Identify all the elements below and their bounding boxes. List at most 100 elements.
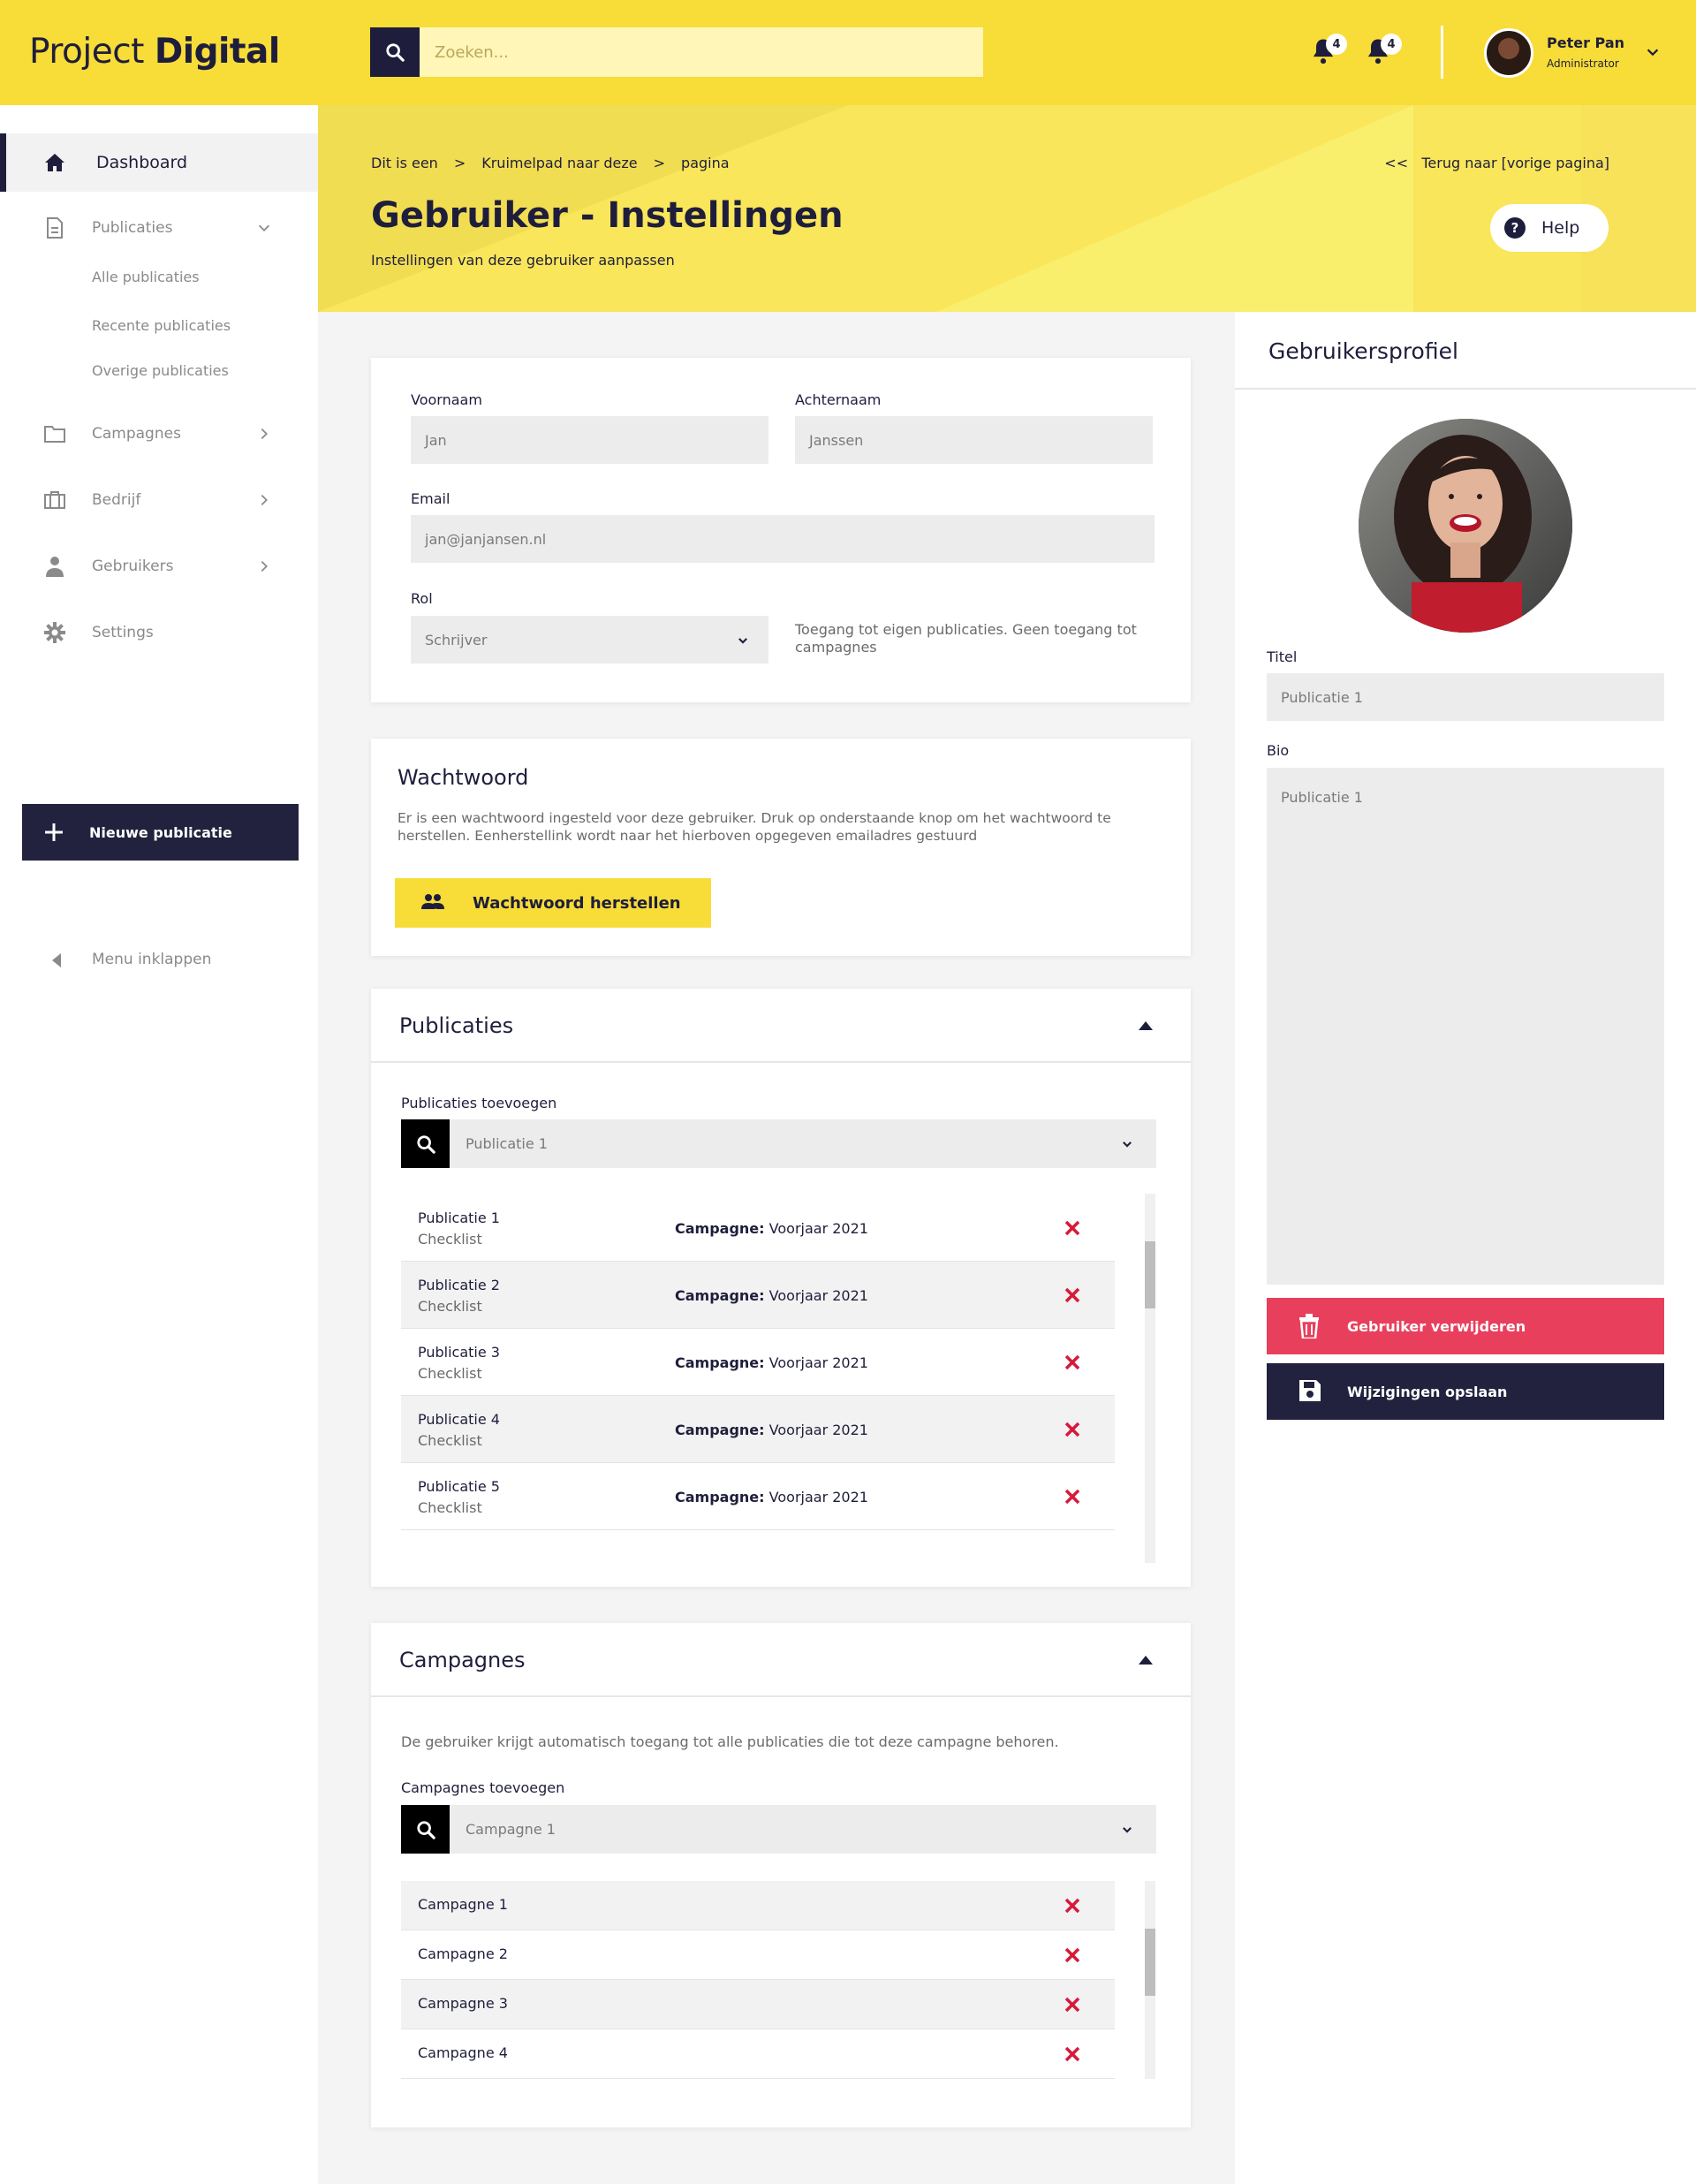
campaigns-add-label: Campagnes toevoegen xyxy=(401,1779,565,1796)
remove-icon[interactable] xyxy=(1064,1220,1080,1236)
password-title: Wachtwoord xyxy=(398,765,529,790)
sidebar-item-gebruikers[interactable]: Gebruikers xyxy=(0,537,318,595)
publication-name[interactable]: Publicatie 4 xyxy=(418,1411,500,1428)
user-avatar[interactable] xyxy=(1484,28,1533,78)
campaigns-scrollbar[interactable] xyxy=(1145,1881,1155,2079)
remove-icon[interactable] xyxy=(1064,1898,1080,1914)
profile-photo[interactable] xyxy=(1359,419,1572,633)
search-button[interactable] xyxy=(401,1805,450,1854)
sidebar-item-bedrijf[interactable]: Bedrijf xyxy=(0,471,318,529)
publications-search-select[interactable]: Publicatie 1 xyxy=(401,1119,1156,1168)
reset-password-button[interactable]: Wachtwoord herstellen xyxy=(395,878,711,928)
publications-header[interactable]: Publicaties xyxy=(371,989,1191,1063)
sidebar-subitem-recente-publicaties[interactable]: Recente publicaties xyxy=(92,317,231,334)
role-select-value: Schrijver xyxy=(425,631,488,648)
publication-name[interactable]: Publicatie 2 xyxy=(418,1277,500,1293)
remove-icon[interactable] xyxy=(1064,1489,1080,1505)
sidebar-item-label: Dashboard xyxy=(96,153,188,172)
campaigns-select-value[interactable]: Campagne 1 xyxy=(450,1805,1156,1854)
remove-icon[interactable] xyxy=(1064,1354,1080,1370)
campaign-value: Voorjaar 2021 xyxy=(768,1422,868,1438)
table-row: Publicatie 4 Checklist Campagne: Voorjaa… xyxy=(401,1396,1115,1463)
search-icon xyxy=(386,43,405,62)
role-select[interactable]: Schrijver xyxy=(411,616,768,664)
email-field[interactable]: jan@janjansen.nl xyxy=(411,515,1155,563)
campaign-name[interactable]: Campagne 1 xyxy=(418,1896,508,1913)
password-description: Er is een wachtwoord ingesteld voor deze… xyxy=(398,810,1111,844)
remove-icon[interactable] xyxy=(1064,2046,1080,2062)
select-value-text: Campagne 1 xyxy=(466,1821,556,1838)
sidebar-item-settings[interactable]: Settings xyxy=(0,603,318,662)
chevron-down-icon xyxy=(738,638,747,644)
publication-type: Checklist xyxy=(418,1499,482,1516)
save-changes-button[interactable]: Wijzigingen opslaan xyxy=(1267,1363,1664,1420)
titel-field[interactable]: Publicatie 1 xyxy=(1267,673,1664,721)
chevron-down-icon xyxy=(258,224,270,231)
caret-up-icon[interactable] xyxy=(1138,1020,1154,1031)
publication-campaign: Campagne: Voorjaar 2021 xyxy=(675,1422,868,1438)
search-button[interactable] xyxy=(370,27,420,77)
scrollbar-thumb[interactable] xyxy=(1145,1241,1155,1308)
table-row: Publicatie 2 Checklist Campagne: Voorjaa… xyxy=(401,1262,1115,1329)
campaigns-header[interactable]: Campagnes xyxy=(371,1623,1191,1697)
campaign-key: Campagne: xyxy=(675,1489,765,1505)
campaign-value: Voorjaar 2021 xyxy=(768,1287,868,1304)
new-publication-button[interactable]: Nieuwe publicatie xyxy=(22,804,299,861)
sidebar-item-publicaties[interactable]: Publicaties xyxy=(0,199,318,257)
publications-select-value[interactable]: Publicatie 1 xyxy=(450,1119,1156,1168)
remove-icon[interactable] xyxy=(1064,1947,1080,1963)
campaigns-description: De gebruiker krijgt automatisch toegang … xyxy=(401,1733,1059,1750)
help-button[interactable]: ? Help xyxy=(1490,204,1609,252)
campaign-name[interactable]: Campagne 3 xyxy=(418,1995,508,2012)
collapse-menu-link[interactable]: Menu inklappen xyxy=(92,951,211,968)
breadcrumb-item[interactable]: Kruimelpad naar deze xyxy=(481,155,637,171)
publication-campaign: Campagne: Voorjaar 2021 xyxy=(675,1220,868,1237)
profile-title: Gebruikersprofiel xyxy=(1268,338,1458,364)
campaign-name[interactable]: Campagne 4 xyxy=(418,2044,508,2061)
first-name-field[interactable]: Jan xyxy=(411,416,768,464)
back-link[interactable]: << Terug naar [vorige pagina] xyxy=(1384,155,1609,171)
page-subtitle: Instellingen van deze gebruiker aanpasse… xyxy=(371,252,675,269)
sidebar-subitem-alle-publicaties[interactable]: Alle publicaties xyxy=(92,269,200,285)
breadcrumb-item[interactable]: pagina xyxy=(681,155,730,171)
campaign-key: Campagne: xyxy=(675,1422,765,1438)
bio-label: Bio xyxy=(1267,742,1290,759)
publication-name[interactable]: Publicatie 3 xyxy=(418,1344,500,1361)
messages-button[interactable]: 4 xyxy=(1365,34,1402,69)
scrollbar-thumb[interactable] xyxy=(1145,1929,1155,1996)
trash-icon xyxy=(1299,1314,1319,1338)
search-input[interactable] xyxy=(420,27,983,77)
publication-name[interactable]: Publicatie 1 xyxy=(418,1210,500,1226)
save-changes-label: Wijzigingen opslaan xyxy=(1347,1383,1508,1400)
publication-name[interactable]: Publicatie 5 xyxy=(418,1478,500,1495)
sidebar-item-dashboard[interactable]: Dashboard xyxy=(0,133,318,192)
notification-badge: 4 xyxy=(1326,34,1347,55)
table-row: Publicatie 1 Checklist Campagne: Voorjaa… xyxy=(401,1194,1115,1262)
remove-icon[interactable] xyxy=(1064,1997,1080,2013)
publications-scrollbar[interactable] xyxy=(1145,1194,1155,1563)
sidebar-subitem-overige-publicaties[interactable]: Overige publicaties xyxy=(92,362,229,379)
plus-icon xyxy=(45,823,63,841)
profile-header: Gebruikersprofiel xyxy=(1235,312,1696,390)
bio-textarea[interactable]: Publicatie 1 xyxy=(1267,768,1664,1285)
campaigns-search-select[interactable]: Campagne 1 xyxy=(401,1805,1156,1854)
delete-user-button[interactable]: Gebruiker verwijderen xyxy=(1267,1298,1664,1354)
gear-icon xyxy=(43,621,66,644)
page-hero: Dit is een > Kruimelpad naar deze > pagi… xyxy=(318,105,1696,312)
caret-left-icon[interactable] xyxy=(50,952,63,969)
search-button[interactable] xyxy=(401,1119,450,1168)
campaign-name[interactable]: Campagne 2 xyxy=(418,1945,508,1962)
first-name-label: Voornaam xyxy=(411,391,482,408)
chevron-right-icon xyxy=(261,428,268,440)
remove-icon[interactable] xyxy=(1064,1287,1080,1303)
chevron-down-icon[interactable] xyxy=(1645,44,1661,60)
breadcrumb-item[interactable]: Dit is een xyxy=(371,155,438,171)
sidebar-item-label: Bedrijf xyxy=(92,491,141,509)
sidebar-item-campagnes[interactable]: Campagnes xyxy=(0,405,318,463)
role-hint: Toegang tot eigen publicaties. Geen toeg… xyxy=(795,621,1137,656)
caret-up-icon[interactable] xyxy=(1138,1655,1154,1665)
notifications-button[interactable]: 4 xyxy=(1310,34,1347,69)
last-name-field[interactable]: Janssen xyxy=(795,416,1153,464)
app-logo[interactable]: Project Digital xyxy=(29,32,280,72)
remove-icon[interactable] xyxy=(1064,1422,1080,1437)
